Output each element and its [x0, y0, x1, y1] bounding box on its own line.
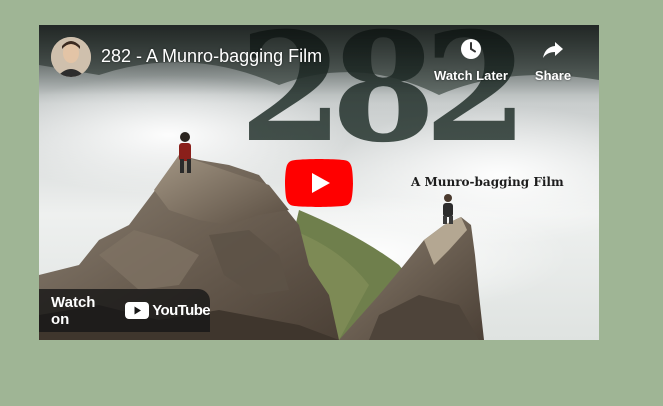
watch-on-label: Watch on [51, 293, 96, 328]
thumbnail-subtitle: A Munro-bagging Film [410, 175, 564, 189]
play-button[interactable] [285, 159, 353, 207]
share-arrow-icon [543, 42, 563, 58]
youtube-wordmark: YouTube [152, 302, 210, 319]
clock-icon [461, 39, 481, 59]
watch-on-youtube-button[interactable]: Watch on YouTube [39, 289, 211, 332]
youtube-embed-player[interactable]: 282 A Munro-bagging Film 282 - A Munro-b… [39, 25, 599, 340]
youtube-logo-icon: YouTube [125, 302, 211, 319]
share-button[interactable]: Share [513, 37, 593, 85]
watch-later-label: Watch Later [434, 68, 508, 83]
video-title[interactable]: 282 - A Munro-bagging Film [101, 46, 322, 67]
watch-later-button[interactable]: Watch Later [431, 37, 511, 85]
channel-avatar[interactable] [51, 37, 91, 77]
share-label: Share [534, 68, 572, 83]
